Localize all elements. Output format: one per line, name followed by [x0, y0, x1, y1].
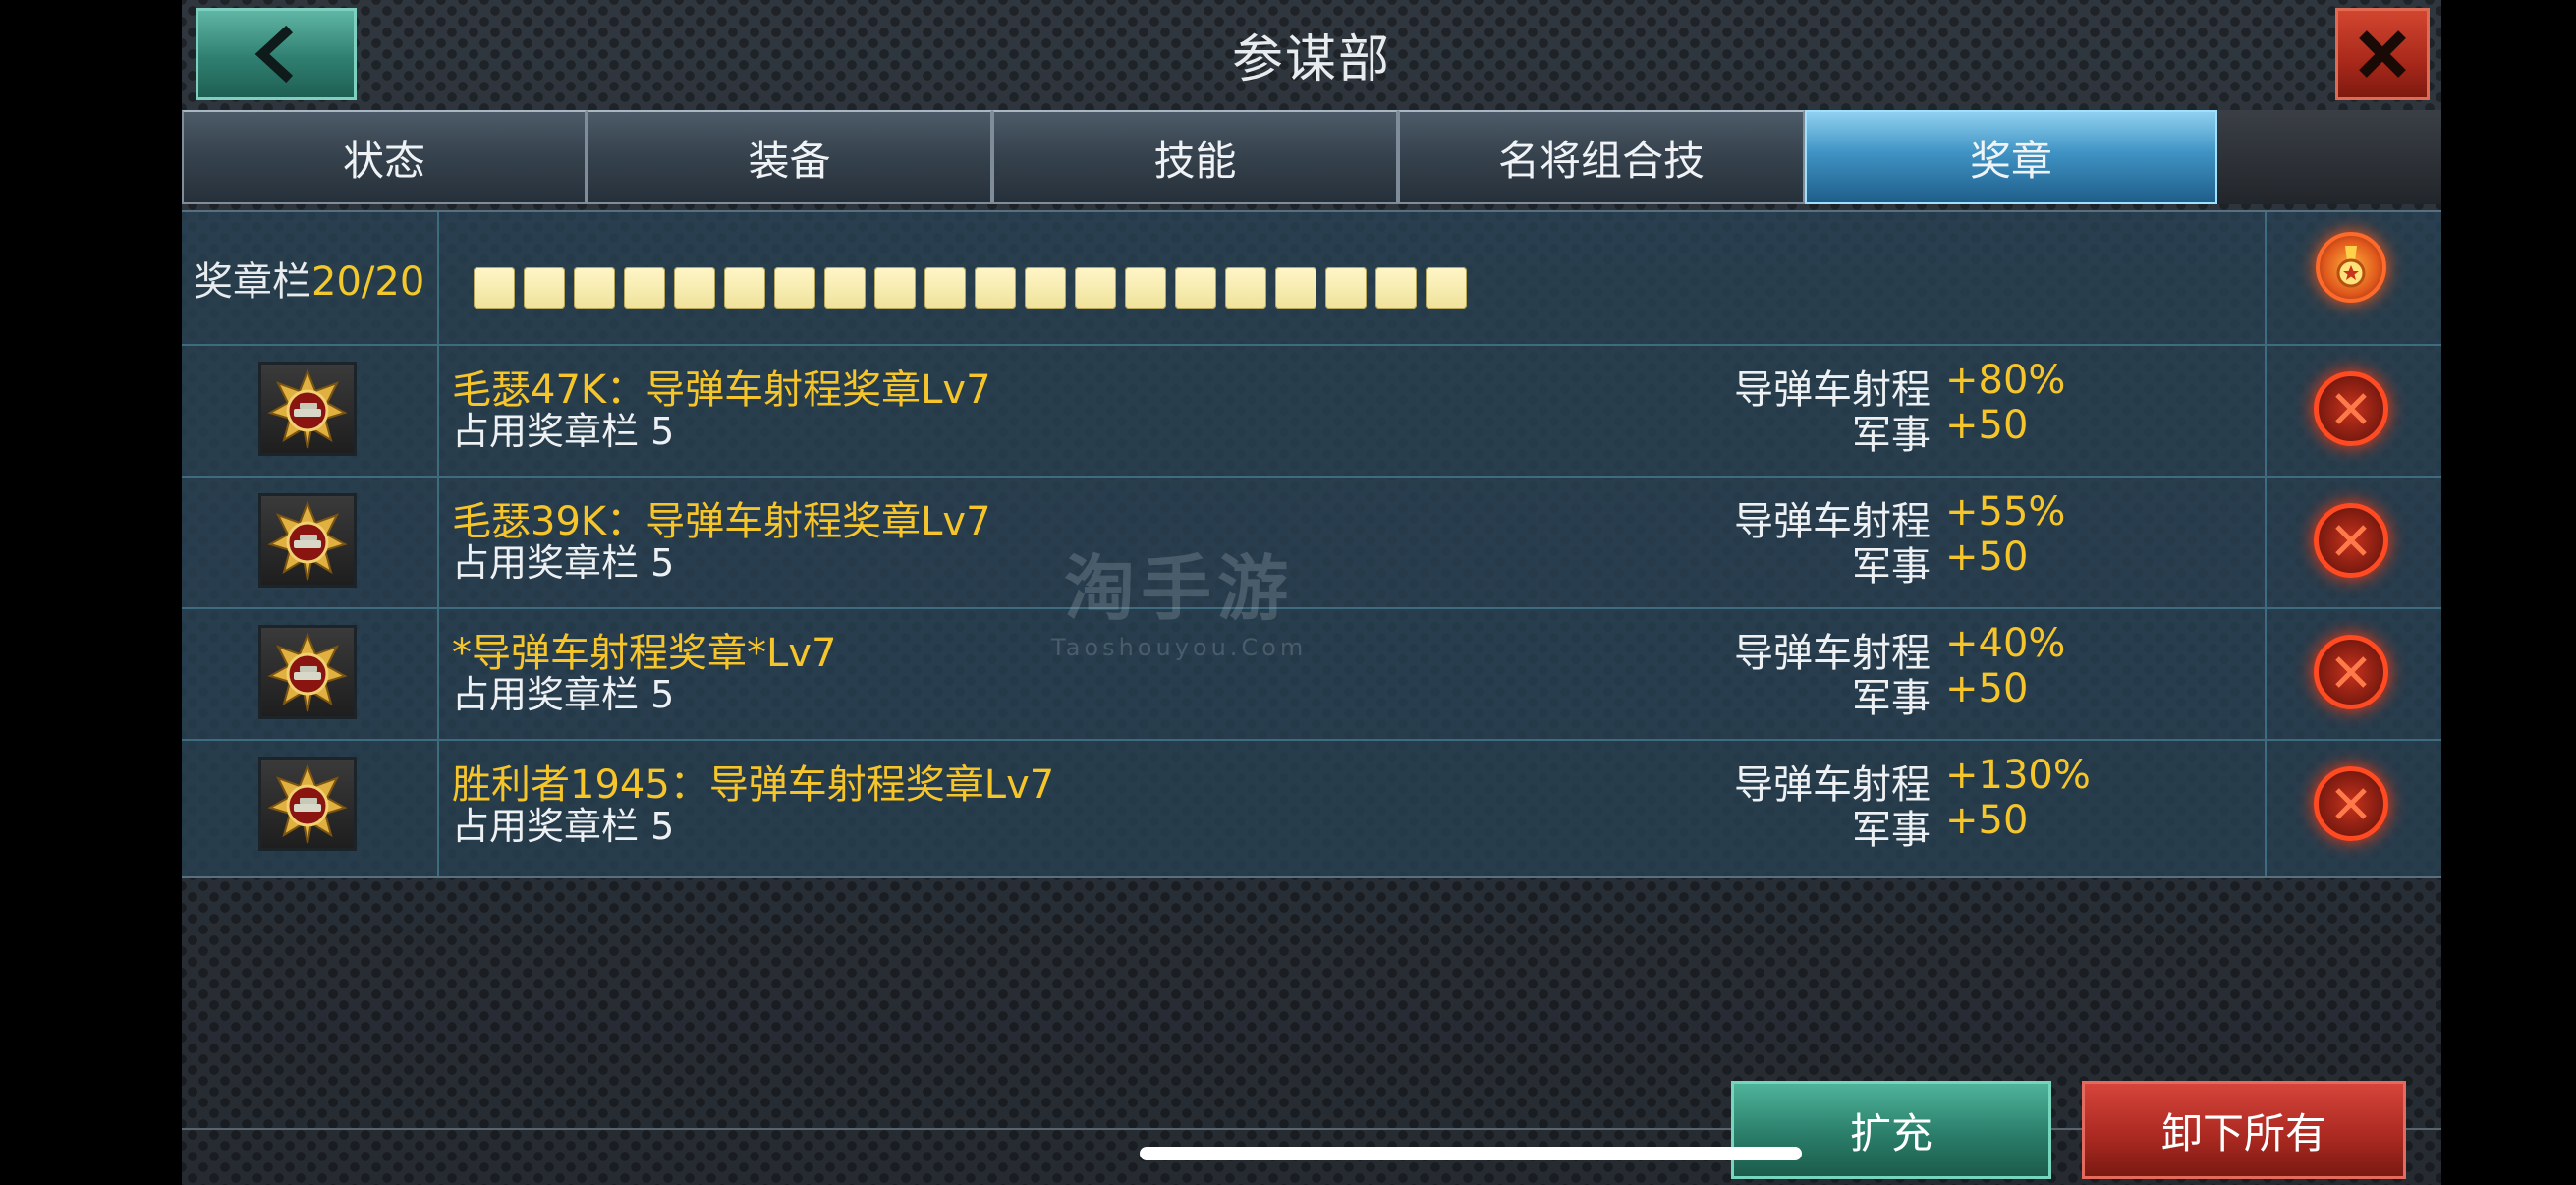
- medal-slot: [1375, 267, 1417, 309]
- medal-table: 奖章栏20/20 毛瑟47K：导弹车射程奖章Lv7 占用奖章栏 5 导弹车射程 …: [182, 210, 2441, 878]
- remove-medal-button[interactable]: [2314, 766, 2388, 841]
- medal-slot: [1275, 267, 1316, 309]
- medal-slot-cost: 占用奖章栏 5: [452, 673, 675, 716]
- medal-slot: [1125, 267, 1166, 309]
- medal-slot: [724, 267, 765, 309]
- medal-slot: [574, 267, 615, 309]
- medal-slot: [624, 267, 665, 309]
- medal-thumbnail[interactable]: [258, 625, 357, 719]
- tab-equipment[interactable]: 装备: [587, 110, 992, 204]
- medal-stat-value: +130%: [1945, 753, 2091, 798]
- medal-military-value: +50: [1945, 798, 2029, 843]
- staff-department-panel: 参谋部 状态 装备 技能 名将组合技 奖章 奖章栏20/20 毛瑟47K：导弹车…: [182, 0, 2441, 1185]
- medal-stat-value: +40%: [1945, 621, 2066, 666]
- medal-thumbnail[interactable]: [258, 493, 357, 588]
- medal-slots-title: 奖章栏: [194, 259, 311, 305]
- home-indicator[interactable]: [1140, 1147, 1802, 1160]
- expand-button[interactable]: 扩充: [1731, 1081, 2051, 1179]
- medal-slot: [524, 267, 565, 309]
- tab-general-combo-skill[interactable]: 名将组合技: [1398, 110, 1805, 204]
- medal-slot: [1025, 267, 1066, 309]
- medal-military-label: 军事: [1852, 676, 1931, 721]
- remove-medal-button[interactable]: [2314, 635, 2388, 709]
- medal-military-value: +50: [1945, 666, 2029, 711]
- medal-slot: [474, 267, 515, 309]
- tab-status[interactable]: 状态: [182, 110, 587, 204]
- medal-slot: [824, 267, 866, 309]
- medal-slot: [1325, 267, 1367, 309]
- medal-slot-cost: 占用奖章栏 5: [452, 410, 675, 453]
- medal-row: 胜利者1945：导弹车射程奖章Lv7 占用奖章栏 5 导弹车射程 +130% 军…: [182, 739, 2441, 871]
- medal-slot: [1426, 267, 1467, 309]
- medal-slot-cost: 占用奖章栏 5: [452, 805, 675, 848]
- medal-slots-count: 20/20: [311, 259, 425, 305]
- unequip-all-button[interactable]: 卸下所有: [2082, 1081, 2406, 1179]
- tab-bar: 状态 装备 技能 名将组合技 奖章: [182, 110, 2441, 204]
- medal-icon: [2336, 246, 2366, 288]
- close-icon: [2359, 30, 2406, 78]
- close-button[interactable]: [2335, 8, 2430, 100]
- medal-military-value: +50: [1945, 535, 2029, 580]
- medal-slot: [924, 267, 966, 309]
- close-icon: [2335, 656, 2367, 688]
- medal-slot-bar: [474, 267, 1467, 309]
- missile-medal-icon: [267, 763, 348, 844]
- close-icon: [2335, 788, 2367, 819]
- medal-military-label: 军事: [1852, 413, 1931, 458]
- medal-stat-value: +55%: [1945, 489, 2066, 535]
- medal-slots-label: 奖章栏20/20: [194, 250, 424, 307]
- medal-slot: [1075, 267, 1116, 309]
- medal-slot: [1175, 267, 1216, 309]
- medal-military-label: 军事: [1852, 544, 1931, 590]
- missile-medal-icon: [267, 632, 348, 712]
- medal-military-label: 军事: [1852, 808, 1931, 853]
- medal-thumbnail[interactable]: [258, 362, 357, 456]
- remove-medal-button[interactable]: [2314, 371, 2388, 446]
- close-icon: [2335, 393, 2367, 424]
- medal-thumbnail[interactable]: [258, 757, 357, 851]
- medal-row: 毛瑟47K：导弹车射程奖章Lv7 占用奖章栏 5 导弹车射程 +80% 军事 +…: [182, 344, 2441, 476]
- medal-row: *导弹车射程奖章*Lv7 占用奖章栏 5 导弹车射程 +40% 军事 +50: [182, 607, 2441, 739]
- page-title: 参谋部: [1231, 30, 1391, 89]
- medal-slot: [774, 267, 815, 309]
- tab-skills[interactable]: 技能: [992, 110, 1398, 204]
- medal-row: 毛瑟39K：导弹车射程奖章Lv7 占用奖章栏 5 导弹车射程 +55% 军事 +…: [182, 476, 2441, 607]
- missile-medal-icon: [267, 500, 348, 581]
- close-icon: [2335, 525, 2367, 556]
- medal-stat-value: +80%: [1945, 358, 2066, 403]
- tab-medals[interactable]: 奖章: [1805, 110, 2217, 204]
- medal-slot: [1225, 267, 1266, 309]
- remove-medal-button[interactable]: [2314, 503, 2388, 578]
- missile-medal-icon: [267, 368, 348, 449]
- medal-military-value: +50: [1945, 403, 2029, 448]
- medal-slot: [975, 267, 1016, 309]
- medal-summary-icon[interactable]: [2316, 232, 2386, 303]
- medal-slot-cost: 占用奖章栏 5: [452, 541, 675, 585]
- medal-slot: [874, 267, 916, 309]
- tab-bar-filler: [2217, 110, 2441, 204]
- medal-slot: [674, 267, 715, 309]
